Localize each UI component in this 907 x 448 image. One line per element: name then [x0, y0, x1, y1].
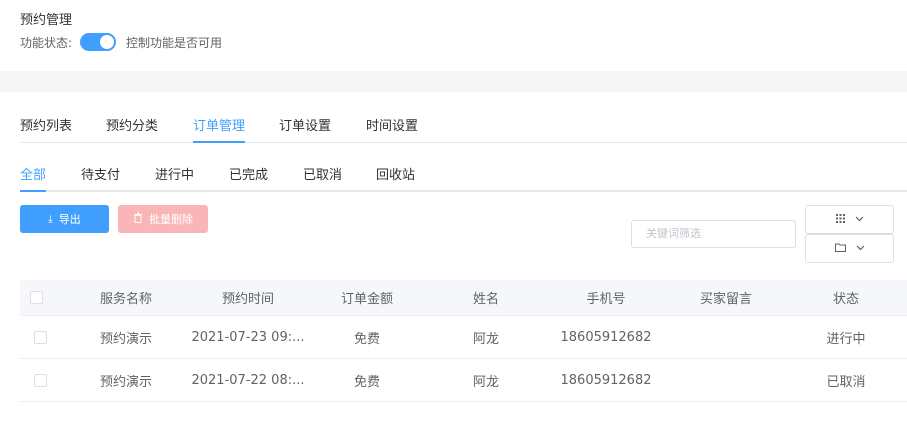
column-header: 订单金额: [340, 292, 393, 307]
order-amount-cell: 免费: [353, 331, 380, 347]
batch-delete-label: 批量删除: [149, 213, 193, 226]
column-header: 姓名: [472, 292, 499, 307]
tab-booking-category[interactable]: 预约分类: [106, 115, 158, 143]
subtab-pending-payment[interactable]: 待支付: [81, 164, 120, 192]
tab-time-settings[interactable]: 时间设置: [366, 115, 418, 143]
phone-cell: 18605912682: [560, 329, 652, 345]
status-label: 功能状态:: [20, 35, 73, 50]
grid-icon: [835, 213, 845, 226]
buyer-message-cell: [676, 316, 776, 358]
folder-icon: [834, 243, 846, 255]
chevron-down-icon: [856, 244, 865, 254]
subtab-all[interactable]: 全部: [20, 164, 47, 192]
status-cell: 已取消: [826, 374, 866, 390]
row-select-cell: [34, 316, 47, 358]
table-row: 预约演示 2021-07-22 08:... 免费 阿龙 18605912682…: [20, 359, 907, 402]
folder-dropdown[interactable]: [805, 234, 894, 263]
table-header: 服务名称 预约时间 订单金额 姓名 手机号 买家留言 状态: [20, 280, 907, 316]
select-all-checkbox[interactable]: [30, 291, 43, 304]
orders-table: 服务名称 预约时间 订单金额 姓名 手机号 买家留言 状态 预约演示 2021-…: [20, 280, 907, 402]
status-description: 控制功能是否可用: [126, 35, 223, 50]
trash-icon: [133, 212, 143, 226]
row-checkbox[interactable]: [34, 330, 47, 344]
tab-order-settings[interactable]: 订单设置: [279, 115, 331, 143]
phone-cell: 18605912682: [560, 372, 652, 388]
keyword-search-input[interactable]: 关键词筛选: [631, 220, 796, 248]
main-tabs: 预约列表 预约分类 订单管理 订单设置 时间设置: [20, 92, 907, 143]
status-row: 功能状态: 控制功能是否可用: [20, 32, 222, 52]
export-button[interactable]: ⤓ 导出: [20, 205, 109, 233]
feature-card: 预约管理 功能状态: 控制功能是否可用: [0, 0, 907, 71]
column-header: 状态: [832, 292, 859, 307]
page-title: 预约管理: [20, 13, 73, 28]
customer-name-cell: 阿龙: [472, 331, 499, 347]
row-select-cell: [34, 359, 47, 401]
column-header: 预约时间: [221, 292, 274, 307]
service-name-cell: 预约演示: [99, 374, 152, 390]
feature-toggle[interactable]: [80, 33, 117, 51]
customer-name-cell: 阿龙: [472, 374, 499, 390]
row-checkbox[interactable]: [34, 373, 47, 387]
buyer-message-cell: [676, 359, 776, 401]
status-tabs: 全部 待支付 进行中 已完成 已取消 回收站: [20, 152, 907, 192]
booking-time-cell: 2021-07-22 08:...: [191, 372, 305, 388]
subtab-completed[interactable]: 已完成: [229, 164, 268, 192]
status-cell: 进行中: [826, 331, 866, 347]
grid-view-dropdown[interactable]: [805, 205, 894, 234]
column-header: 手机号: [586, 292, 626, 307]
order-panel: 预约列表 预约分类 订单管理 订单设置 时间设置 全部 待支付 进行中 已完成 …: [0, 92, 907, 448]
table-row: 预约演示 2021-07-23 09:... 免费 阿龙 18605912682…: [20, 316, 907, 359]
toggle-knob: [100, 35, 115, 49]
service-name-cell: 预约演示: [99, 331, 152, 347]
subtab-recycle-bin[interactable]: 回收站: [376, 164, 415, 192]
tab-booking-list[interactable]: 预约列表: [20, 115, 72, 143]
tab-order-management[interactable]: 订单管理: [193, 115, 246, 143]
batch-delete-button[interactable]: 批量删除: [118, 205, 208, 233]
subtab-cancelled[interactable]: 已取消: [303, 164, 342, 192]
subtab-in-progress[interactable]: 进行中: [155, 164, 194, 192]
chevron-down-icon: [855, 215, 864, 225]
order-amount-cell: 免费: [353, 374, 380, 390]
column-header: 买家留言: [699, 292, 752, 307]
column-header: 服务名称: [99, 292, 152, 307]
export-label: 导出: [58, 213, 81, 226]
select-all-cell: [30, 280, 43, 315]
booking-time-cell: 2021-07-23 09:...: [191, 329, 305, 345]
download-icon: ⤓: [48, 213, 53, 225]
